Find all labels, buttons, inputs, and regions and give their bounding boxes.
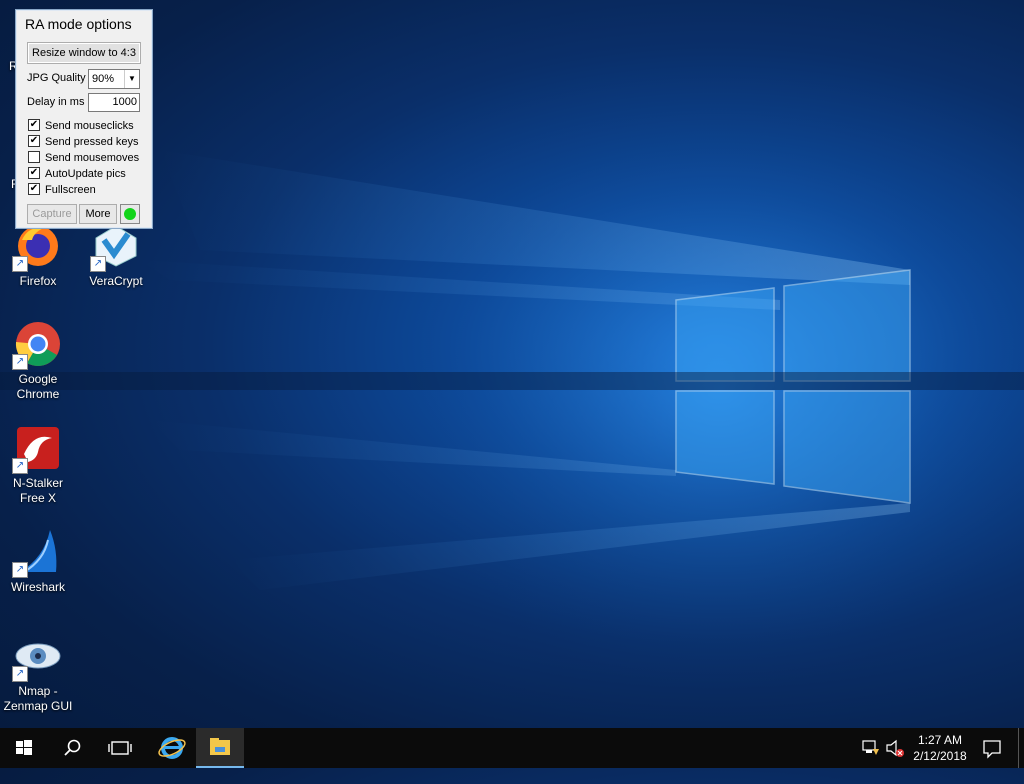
desktop-icon-label: Wireshark — [10, 580, 65, 594]
firefox-icon: ↗ — [12, 222, 62, 272]
checkbox-checked-icon[interactable]: ✔ — [28, 167, 40, 180]
wallpaper — [0, 90, 1024, 690]
start-icon — [16, 740, 32, 755]
chevron-down-icon[interactable]: ▼ — [124, 70, 139, 88]
delay-input[interactable]: 1000 — [88, 93, 140, 112]
taskbar: 1:27 AM 2/12/2018 — [0, 728, 1024, 768]
checkbox-label: Send mouseclicks — [45, 120, 134, 132]
desktop-icon-zenmap[interactable]: ↗ Nmap - Zenmap GUI — [0, 632, 76, 714]
desktop-icon-label: N-Stalker Free X — [12, 476, 63, 505]
resize-button[interactable]: Resize window to 4:3 — [27, 42, 141, 64]
autoupdate-pics-checkbox[interactable]: ✔ AutoUpdate pics — [28, 167, 148, 181]
clock-date: 2/12/2018 — [913, 749, 967, 763]
wireshark-icon: ↗ — [12, 528, 62, 578]
desktop-icon-wireshark[interactable]: ↗ Wireshark — [0, 528, 76, 595]
desktop-icon-firefox[interactable]: ↗ Firefox — [0, 222, 76, 289]
desktop-icon-label: VeraCrypt — [89, 274, 143, 288]
checkbox-label: Send mousemoves — [45, 152, 140, 164]
panel-title: RA mode options — [25, 16, 132, 32]
start-button[interactable] — [0, 728, 48, 768]
clock-time: 1:27 AM — [917, 733, 963, 747]
veracrypt-icon: ↗ — [90, 222, 140, 272]
send-mouseclicks-checkbox[interactable]: ✔ Send mouseclicks — [28, 119, 148, 133]
desktop-icon-veracrypt[interactable]: ↗ VeraCrypt — [78, 222, 154, 289]
show-desktop-button[interactable] — [1018, 728, 1024, 768]
file-explorer-button[interactable] — [196, 728, 244, 768]
checkbox-unchecked-icon[interactable] — [28, 151, 40, 164]
search-icon — [64, 739, 81, 756]
network-icon[interactable] — [860, 728, 882, 768]
task-view-icon — [108, 741, 132, 755]
file-explorer-icon — [210, 738, 230, 755]
ra-options-panel: RA mode options Resize window to 4:3 JPG… — [15, 9, 153, 229]
send-pressed-keys-checkbox[interactable]: ✔ Send pressed keys — [28, 135, 148, 149]
capture-button[interactable]: Capture — [27, 204, 77, 224]
checkbox-label: Send pressed keys — [45, 136, 139, 148]
desktop-icon-label: Nmap - Zenmap GUI — [3, 684, 73, 713]
desktop-icon-label: Firefox — [19, 274, 57, 288]
jpg-quality-select[interactable]: 90% ▼ — [88, 69, 140, 89]
chrome-icon: ↗ — [12, 320, 62, 370]
send-mousemoves-checkbox[interactable]: Send mousemoves — [28, 151, 148, 165]
desktop-icon-nstalker[interactable]: ↗ N-Stalker Free X — [0, 424, 76, 506]
desktop-icon-label: Google Chrome — [16, 372, 60, 401]
windows-logo — [675, 269, 911, 504]
clock[interactable]: 1:27 AM 2/12/2018 — [905, 732, 975, 764]
jpg-quality-label: JPG Quality — [27, 72, 86, 84]
internet-explorer-icon — [158, 737, 186, 759]
status-indicator[interactable] — [120, 204, 140, 224]
notification-icon — [983, 740, 1001, 759]
checkbox-label: AutoUpdate pics — [45, 168, 126, 180]
jpg-quality-value: 90% — [92, 73, 115, 85]
search-button[interactable] — [48, 728, 96, 768]
notification-center-button[interactable] — [978, 728, 1008, 768]
volume-muted-icon[interactable] — [884, 728, 906, 768]
internet-explorer-button[interactable] — [148, 728, 196, 768]
more-button[interactable]: More — [79, 204, 117, 224]
checkbox-label: Fullscreen — [45, 184, 96, 196]
fullscreen-checkbox[interactable]: ✔ Fullscreen — [28, 183, 148, 197]
nstalker-icon: ↗ — [12, 424, 62, 474]
checkbox-checked-icon[interactable]: ✔ — [28, 135, 40, 148]
desktop-icon-chrome[interactable]: ↗ Google Chrome — [0, 320, 76, 402]
checkbox-checked-icon[interactable]: ✔ — [28, 183, 40, 196]
checkbox-checked-icon[interactable]: ✔ — [28, 119, 40, 132]
task-view-button[interactable] — [96, 728, 144, 768]
zenmap-icon: ↗ — [12, 632, 62, 682]
delay-label: Delay in ms — [27, 96, 85, 108]
